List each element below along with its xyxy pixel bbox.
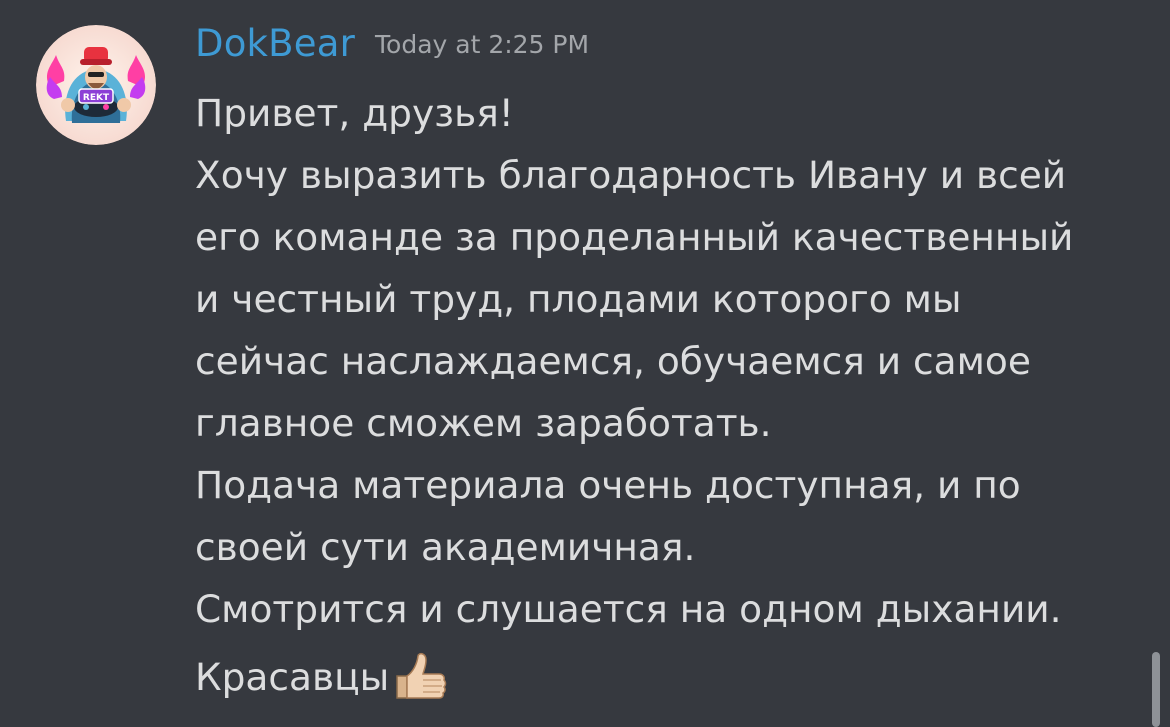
thumbs-up-icon[interactable] — [391, 652, 449, 702]
message-content: Привет, друзья! Хочу выразить благодарно… — [195, 82, 1155, 708]
message-line-last: Красавцы — [195, 646, 1155, 708]
message-line-text: Красавцы — [195, 655, 390, 699]
message-line: Привет, друзья! — [195, 91, 514, 135]
message-timestamp[interactable]: Today at 2:25 PM — [375, 30, 589, 59]
message-line: Подача материала очень доступная, и по — [195, 463, 1021, 507]
message-line: Смотрится и слушается на одном дыхании. — [195, 587, 1062, 631]
message-line: сейчас наслаждаемся, обучаемся и самое — [195, 339, 1031, 383]
message-line: главное сможем заработать. — [195, 401, 772, 445]
avatar[interactable]: REKT — [36, 25, 156, 145]
message-line: Хочу выразить благодарность Ивану и всей — [195, 153, 1067, 197]
message-line: своей сути академичная. — [195, 525, 696, 569]
bear-gamer-avatar-icon: REKT — [36, 25, 156, 145]
avatar-badge-text: REKT — [83, 93, 110, 103]
message-header: DokBear Today at 2:25 PM — [195, 22, 589, 65]
chat-message: REKT DokBear Today at 2:25 PM Привет, дру… — [0, 0, 1170, 727]
message-line: и честный труд, плодами которого мы — [195, 277, 962, 321]
author-name[interactable]: DokBear — [195, 22, 355, 65]
scrollbar-thumb[interactable] — [1152, 652, 1160, 727]
message-line: его команде за проделанный качественный — [195, 215, 1074, 259]
